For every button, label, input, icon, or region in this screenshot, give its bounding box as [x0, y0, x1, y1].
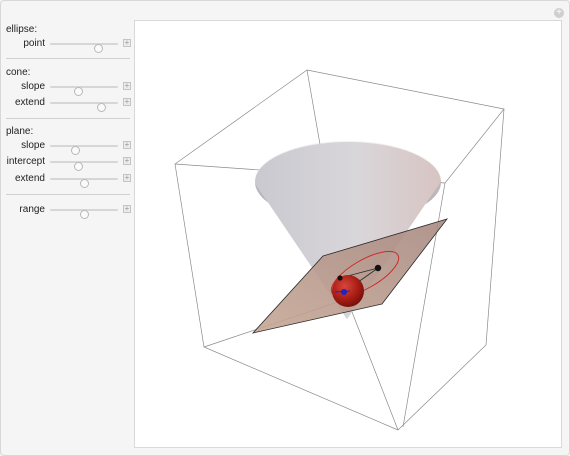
ellipse-point[interactable]	[374, 264, 382, 272]
expand-plus-icon[interactable]: +	[123, 141, 131, 149]
ellipse-section-title: ellipse:	[6, 24, 38, 35]
expand-plus-icon[interactable]: +	[123, 39, 131, 47]
plane-extend-slider[interactable]: extend +	[0, 173, 134, 188]
slider-thumb[interactable]	[74, 162, 84, 171]
slider-thumb[interactable]	[74, 87, 84, 96]
slider-thumb[interactable]	[79, 179, 89, 188]
plane-intercept-slider[interactable]: intercept +	[0, 156, 134, 171]
slider-label: extend	[14, 97, 45, 108]
cone-extend-slider[interactable]: extend +	[0, 97, 134, 112]
expand-plus-icon[interactable]: +	[123, 82, 131, 90]
range-slider[interactable]: range +	[0, 204, 134, 219]
divider	[6, 194, 130, 195]
slider-track[interactable]	[50, 145, 118, 155]
plane-slope-slider[interactable]: slope +	[0, 140, 134, 155]
slider-label: slope	[21, 140, 45, 151]
divider	[6, 58, 130, 59]
slider-label: extend	[14, 173, 45, 184]
slider-label: range	[19, 204, 45, 215]
slider-label: slope	[21, 81, 45, 92]
slider-thumb[interactable]	[96, 103, 106, 112]
cone-rim	[255, 141, 441, 221]
expand-plus-icon[interactable]: +	[123, 98, 131, 106]
3d-scene[interactable]	[135, 21, 563, 449]
expand-plus-icon[interactable]: +	[123, 205, 131, 213]
expand-plus-icon[interactable]: +	[123, 174, 131, 182]
3d-viewport[interactable]	[134, 20, 562, 448]
slider-thumb[interactable]	[79, 210, 89, 219]
slider-track[interactable]	[50, 178, 118, 188]
divider	[6, 118, 130, 119]
ellipse-point	[337, 275, 343, 281]
expand-plus-icon[interactable]: +	[123, 157, 131, 165]
plane-section-title: plane:	[6, 126, 34, 137]
slider-track[interactable]	[50, 209, 118, 219]
slider-track[interactable]	[50, 86, 118, 96]
ellipse-point-slider[interactable]: point +	[0, 38, 134, 53]
slider-track[interactable]	[50, 102, 118, 112]
slider-label: intercept	[6, 156, 45, 167]
slider-track[interactable]	[50, 43, 118, 53]
slider-track[interactable]	[50, 161, 118, 171]
expand-icon[interactable]: +	[554, 8, 564, 18]
cone-slope-slider[interactable]: slope +	[0, 81, 134, 96]
slider-label: point	[23, 38, 45, 49]
cone-section-title: cone:	[6, 67, 31, 78]
